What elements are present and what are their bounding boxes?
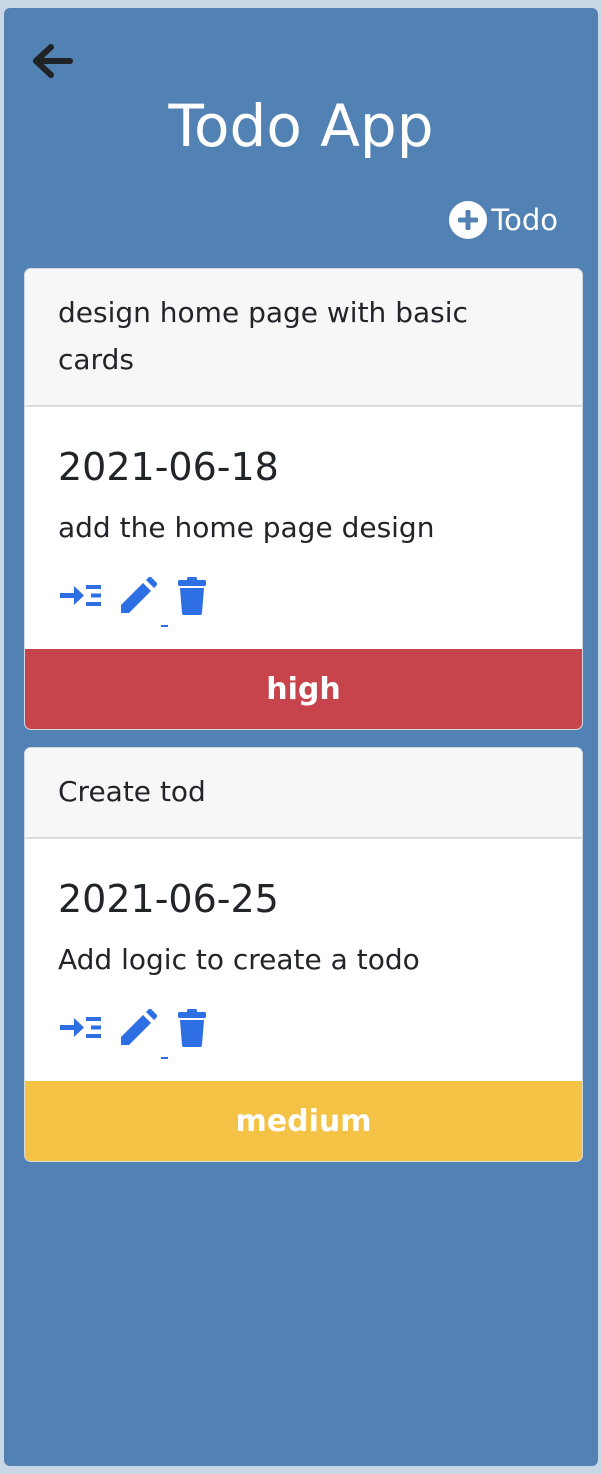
- indent-icon: [60, 583, 102, 613]
- add-todo-button[interactable]: Todo: [449, 198, 558, 242]
- todo-title: design home page with basic cards: [25, 269, 582, 407]
- todo-card: Create tod 2021-06-25 Add logic to creat…: [24, 747, 583, 1162]
- todo-description: add the home page design: [58, 511, 435, 544]
- view-todo-button[interactable]: [58, 583, 104, 613]
- todo-list: design home page with basic cards 2021-0…: [24, 268, 583, 1179]
- trash-icon: [178, 577, 206, 619]
- link-underline: [161, 625, 168, 627]
- indent-icon: [60, 1015, 102, 1045]
- todo-description: Add logic to create a todo: [58, 943, 420, 976]
- priority-badge: high: [25, 649, 582, 729]
- todo-card: design home page with basic cards 2021-0…: [24, 268, 583, 730]
- plus-circle-icon: [449, 201, 488, 239]
- todo-date: 2021-06-18: [58, 445, 279, 489]
- pencil-icon: [119, 1008, 158, 1051]
- todo-title: Create tod: [25, 748, 582, 839]
- delete-todo-button[interactable]: [176, 577, 208, 619]
- todo-date: 2021-06-25: [58, 877, 279, 921]
- delete-todo-button[interactable]: [176, 1009, 208, 1051]
- view-todo-button[interactable]: [58, 1015, 104, 1045]
- todo-body: 2021-06-25 Add logic to create a todo: [25, 839, 582, 1081]
- link-underline: [161, 1057, 168, 1059]
- arrow-left-icon: [32, 43, 74, 83]
- todo-actions: [58, 1008, 549, 1059]
- edit-todo-button[interactable]: [116, 1008, 168, 1059]
- back-button[interactable]: [30, 40, 76, 86]
- todo-actions: [58, 576, 549, 627]
- app-container: Todo App Todo design home page with basi…: [4, 8, 598, 1466]
- todo-body: 2021-06-18 add the home page design: [25, 407, 582, 649]
- edit-todo-button[interactable]: [116, 576, 168, 627]
- page-title: Todo App: [168, 92, 434, 160]
- add-todo-label: Todo: [491, 203, 558, 237]
- trash-icon: [178, 1009, 206, 1051]
- priority-badge: medium: [25, 1081, 582, 1161]
- pencil-icon: [119, 576, 158, 619]
